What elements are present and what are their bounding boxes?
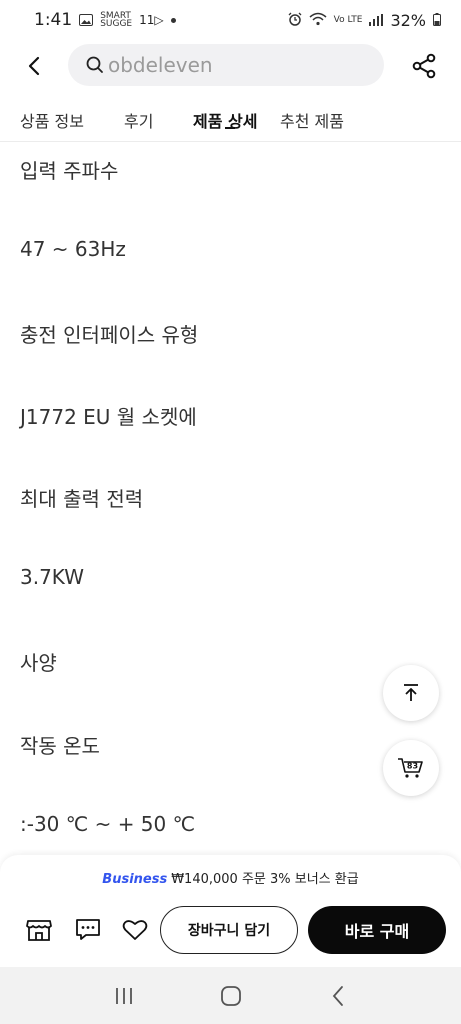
notification-dot-icon <box>170 17 176 23</box>
cart-icon: 83 <box>398 758 423 778</box>
spec-heading: 사양 <box>20 651 57 675</box>
product-detail-page: 1:41 SMART SUGGE 11▷ Vo LTE 32% obdeleve… <box>0 0 461 1024</box>
arrow-up-icon <box>404 684 418 701</box>
product-tabs: 상품 정보 후기 제품 상세 추천 제품 <box>0 100 461 142</box>
heart-icon <box>122 920 148 940</box>
search-input[interactable] <box>108 53 368 77</box>
spec-value-input-frequency: 47 ~ 63Hz <box>20 237 126 261</box>
header <box>0 40 461 92</box>
back-arrow-icon <box>332 985 343 1006</box>
notif-text-3: 11▷ <box>139 13 164 27</box>
buy-now-button[interactable]: 바로 구매 <box>308 906 446 954</box>
share-button[interactable] <box>410 52 438 80</box>
search-icon <box>86 56 103 73</box>
cart-count-badge: 83 <box>407 762 418 771</box>
tab-recommended[interactable]: 추천 제품 <box>280 108 344 132</box>
battery-percent: 32% <box>390 10 426 30</box>
scroll-top-button[interactable] <box>383 665 439 721</box>
status-time: 1:41 <box>34 10 73 30</box>
business-label: Business <box>102 872 168 887</box>
store-icon <box>26 920 52 941</box>
add-to-cart-button[interactable]: 장바구니 담기 <box>160 906 298 954</box>
promo-text: ₩140,000 주문 3% 보너스 환급 <box>171 872 359 887</box>
share-icon <box>412 53 436 79</box>
active-tab-indicator <box>225 127 235 129</box>
tab-reviews[interactable]: 후기 <box>124 108 153 132</box>
spec-label-input-frequency: 입력 주파수 <box>20 159 119 183</box>
search-bar[interactable] <box>68 44 384 86</box>
spec-value-max-output: 3.7KW <box>20 565 84 589</box>
wifi-icon <box>309 11 327 30</box>
spec-value-operating-temp: :-30 ℃ ~ + 50 ℃ <box>20 812 196 836</box>
spec-label-interface-type: 충전 인터페이스 유형 <box>20 323 199 347</box>
battery-icon <box>433 11 441 30</box>
smart-suggestion-icon: SMART SUGGE <box>100 12 133 29</box>
home-icon <box>220 985 241 1006</box>
system-nav-bar <box>0 967 461 1024</box>
business-promo: Business ₩140,000 주문 3% 보너스 환급 <box>0 868 461 887</box>
spec-label-operating-temp: 작동 온도 <box>20 734 100 758</box>
alarm-icon <box>288 11 302 30</box>
status-left: 1:41 SMART SUGGE 11▷ <box>34 10 176 30</box>
nav-back-button[interactable] <box>318 976 358 1016</box>
status-bar: 1:41 SMART SUGGE 11▷ Vo LTE 32% <box>0 0 461 40</box>
recent-apps-icon <box>115 987 132 1004</box>
back-button[interactable] <box>20 52 48 80</box>
recent-apps-button[interactable] <box>104 976 144 1016</box>
chat-button[interactable] <box>73 915 103 945</box>
chevron-left-icon <box>28 56 40 76</box>
bottom-purchase-bar: Business ₩140,000 주문 3% 보너스 환급 장바구니 담기 바로… <box>0 855 461 967</box>
status-right: Vo LTE 32% <box>288 11 441 30</box>
signal-icon <box>369 11 384 30</box>
spec-label-max-output: 최대 출력 전력 <box>20 487 144 511</box>
chat-icon <box>76 919 100 940</box>
floating-cart-button[interactable]: 83 <box>383 740 439 796</box>
tab-product-info[interactable]: 상품 정보 <box>20 108 84 132</box>
gallery-icon <box>79 11 94 30</box>
spec-value-interface-type: J1772 EU 월 소켓에 <box>20 405 197 429</box>
store-button[interactable] <box>24 915 54 945</box>
wishlist-button[interactable] <box>120 915 150 945</box>
notif-text-2: SUGGE <box>100 19 133 29</box>
home-button[interactable] <box>211 976 251 1016</box>
volte-text: Vo LTE <box>333 15 363 25</box>
